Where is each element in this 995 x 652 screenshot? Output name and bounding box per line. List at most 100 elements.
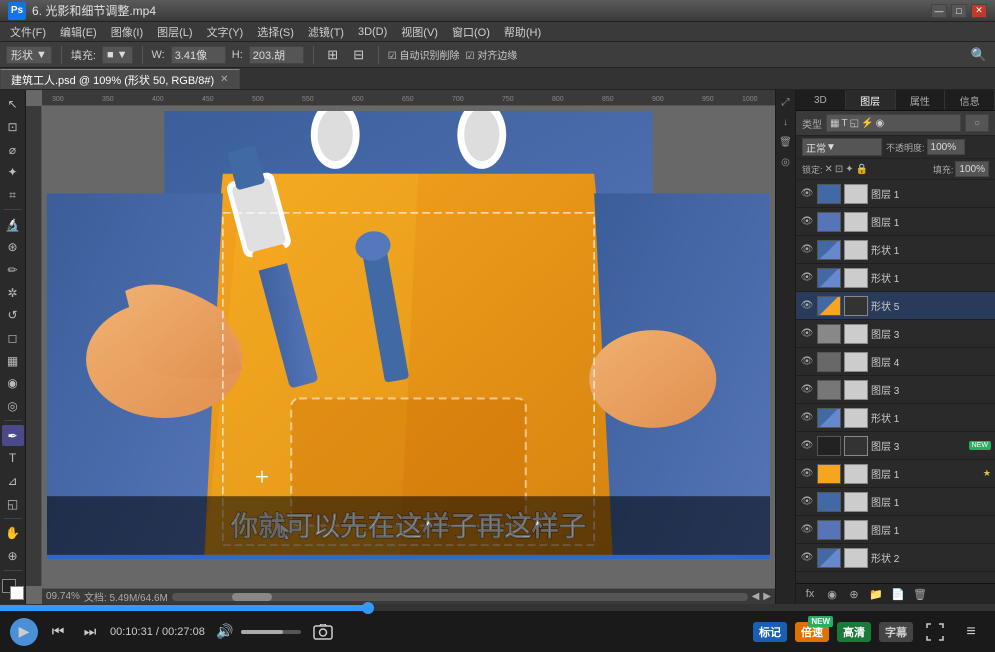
delete-icon[interactable]: 🗑 — [778, 134, 794, 150]
color-swatch[interactable] — [2, 579, 24, 600]
hand-tool[interactable]: ✋ — [2, 523, 24, 544]
lasso-tool[interactable]: ⌀ — [2, 139, 24, 160]
layer-visibility-toggle[interactable]: 👁 — [800, 271, 814, 285]
layer-visibility-toggle[interactable]: 👁 — [800, 215, 814, 229]
menu-item-y[interactable]: 文字(Y) — [201, 22, 250, 42]
screenshot-button[interactable] — [309, 620, 337, 644]
minimize-button[interactable]: — — [931, 4, 947, 18]
marquee-tool[interactable]: ⊡ — [2, 117, 24, 138]
menu-item-s[interactable]: 选择(S) — [251, 22, 300, 42]
search-icon[interactable]: 🔍 — [969, 45, 989, 65]
share-icon[interactable]: ⤢ — [778, 94, 794, 110]
scroll-arrows-right[interactable]: ▶ — [763, 591, 771, 602]
layer-visibility-toggle[interactable]: 👁 — [800, 495, 814, 509]
menu-item-dd[interactable]: 3D(D) — [352, 24, 393, 40]
prev-button[interactable]: ⏮ — [46, 620, 70, 644]
fill-dropdown[interactable]: ■ ▼ — [102, 46, 133, 64]
shape-tool[interactable]: ◱ — [2, 493, 24, 514]
hd-badge[interactable]: 高清 — [837, 622, 871, 642]
fx-button[interactable]: fx — [802, 587, 818, 601]
clone-tool[interactable]: ✲ — [2, 282, 24, 303]
delete-layer-button[interactable]: 🗑 — [912, 587, 928, 601]
menu-item-e[interactable]: 编辑(E) — [54, 22, 103, 42]
height-input[interactable] — [249, 46, 304, 64]
layer-visibility-toggle[interactable]: 👁 — [800, 327, 814, 341]
scroll-arrows[interactable]: ◀ — [752, 591, 760, 602]
speed-badge[interactable]: 倍速 NEW — [795, 622, 829, 642]
download-icon[interactable]: ↓ — [778, 114, 794, 130]
menu-item-i[interactable]: 图像(I) — [105, 22, 149, 42]
menu-item-l[interactable]: 图层(L) — [151, 22, 198, 42]
blur-tool[interactable]: ◉ — [2, 373, 24, 394]
tab-info[interactable]: 信息 — [945, 90, 995, 110]
layer-item[interactable]: 👁 图层 3 — [796, 376, 995, 404]
tool-shape-dropdown[interactable]: 形状 ▼ — [6, 46, 52, 64]
more-menu-button[interactable]: ≡ — [957, 620, 985, 644]
filter-icon4[interactable]: ⚡ — [861, 118, 873, 129]
layer-mask-button[interactable]: ◉ — [824, 587, 840, 601]
volume-button[interactable]: 🔊 — [213, 620, 237, 644]
lock-icon1[interactable]: ✕ — [825, 164, 833, 175]
layers-list[interactable]: 👁 图层 1 👁 图层 1 👁 形状 1 👁 形状 — [796, 180, 995, 583]
filter-icon3[interactable]: ◱ — [850, 118, 859, 129]
align2-icon[interactable]: ⊟ — [349, 45, 369, 65]
menu-item-o[interactable]: 窗口(O) — [446, 22, 496, 42]
tab-3d[interactable]: 3D — [796, 90, 846, 110]
filter-icon1[interactable]: ▦ — [830, 118, 839, 129]
adjustment-layer-button[interactable]: ⊕ — [846, 587, 862, 601]
opacity-input[interactable]: 100% — [927, 139, 965, 155]
layer-visibility-toggle[interactable]: 👁 — [800, 439, 814, 453]
fill-input[interactable]: 100% — [955, 161, 989, 177]
layer-item[interactable]: 👁 图层 4 — [796, 348, 995, 376]
layer-item[interactable]: 👁 图层 1 — [796, 180, 995, 208]
type-tool[interactable]: T — [2, 448, 24, 469]
layer-item[interactable]: 👁 图层 1 — [796, 516, 995, 544]
play-button[interactable]: ▶ — [10, 618, 38, 646]
magic-wand-tool[interactable]: ✦ — [2, 162, 24, 183]
layer-visibility-toggle[interactable]: 👁 — [800, 243, 814, 257]
path-tool[interactable]: ⊿ — [2, 471, 24, 492]
layer-item[interactable]: 👁 形状 1 — [796, 404, 995, 432]
menu-item-h[interactable]: 帮助(H) — [498, 22, 547, 42]
mark-badge[interactable]: 标记 — [753, 622, 787, 642]
layer-item[interactable]: 👁 图层 1 — [796, 488, 995, 516]
canvas-scrollbar-track[interactable] — [172, 593, 748, 601]
new-layer-button[interactable]: 📄 — [890, 587, 906, 601]
subtitle-badge[interactable]: 字幕 — [879, 622, 913, 642]
menu-item-f[interactable]: 文件(F) — [4, 22, 52, 42]
crop-tool[interactable]: ⌗ — [2, 185, 24, 206]
fullscreen-button[interactable] — [921, 620, 949, 644]
layer-item[interactable]: 👁 图层 3 NEW — [796, 432, 995, 460]
layer-item[interactable]: 👁 图层 3 — [796, 320, 995, 348]
lock-icon2[interactable]: ⊡ — [835, 164, 843, 175]
lock-icon3[interactable]: ✦ — [845, 164, 853, 175]
video-progress-bar[interactable] — [0, 605, 995, 611]
layer-item[interactable]: 👁 图层 1 ★ — [796, 460, 995, 488]
align-icon[interactable]: ⊞ — [323, 45, 343, 65]
width-input[interactable] — [171, 46, 226, 64]
layer-item[interactable]: 👁 形状 1 — [796, 264, 995, 292]
layer-visibility-toggle[interactable]: 👁 — [800, 355, 814, 369]
layer-visibility-toggle[interactable]: 👁 — [800, 523, 814, 537]
layer-visibility-toggle[interactable]: 👁 — [800, 411, 814, 425]
move-tool[interactable]: ↖ — [2, 94, 24, 115]
canvas-scrollbar-thumb[interactable] — [232, 593, 272, 601]
lock-icon4[interactable]: 🔒 — [856, 164, 868, 175]
layer-item[interactable]: 👁 形状 2 — [796, 544, 995, 572]
layer-item[interactable]: 👁 形状 1 — [796, 236, 995, 264]
brush-tool[interactable]: ✏ — [2, 260, 24, 281]
filter-icon5[interactable]: ◉ — [875, 118, 884, 129]
layer-visibility-toggle[interactable]: 👁 — [800, 187, 814, 201]
layer-visibility-toggle[interactable]: 👁 — [800, 551, 814, 565]
history-brush-tool[interactable]: ↺ — [2, 305, 24, 326]
eraser-tool[interactable]: ◻ — [2, 328, 24, 349]
patch-tool[interactable]: ⊛ — [2, 237, 24, 258]
close-button[interactable]: ✕ — [971, 4, 987, 18]
layer-visibility-toggle[interactable]: 👁 — [800, 383, 814, 397]
menu-item-t[interactable]: 滤镜(T) — [302, 22, 350, 42]
layer-group-button[interactable]: 📁 — [868, 587, 884, 601]
layer-item-selected[interactable]: 👁 形状 5 — [796, 292, 995, 320]
canvas-content[interactable]: 你就可以先在这样子再这样子 — [42, 106, 775, 564]
menu-item-v[interactable]: 视图(V) — [395, 22, 444, 42]
eyedropper-tool[interactable]: 🔬 — [2, 214, 24, 235]
